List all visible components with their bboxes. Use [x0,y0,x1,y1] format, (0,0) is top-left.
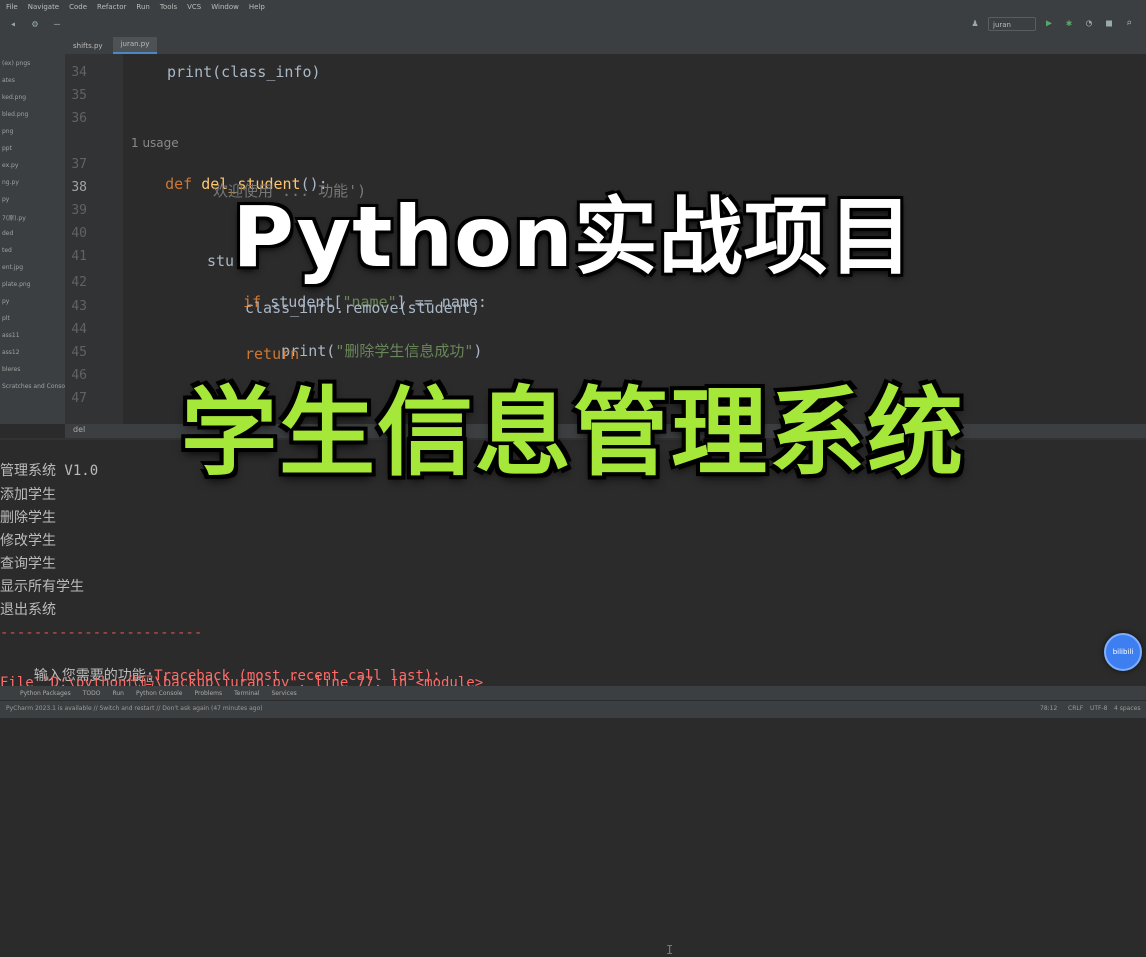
editor-tabs: shifts.py juran.py [65,36,1146,54]
tree-item[interactable]: ked.png [2,94,26,101]
run-config-select[interactable]: juran [988,17,1036,31]
console-line: 查询学生 [0,556,56,572]
tool-terminal[interactable]: Terminal [234,690,259,697]
menu-run[interactable]: Run [136,3,149,11]
code-line-34: print(class_info) [167,63,321,81]
floating-action-button[interactable]: bilibili [1104,633,1142,671]
tool-run[interactable]: Run [112,690,124,697]
toolbar: ◂ ⚙ – ♟ juran ▶ ✱ ◔ ■ ⌕ [0,14,1146,37]
console-line: 显示所有学生 [0,579,84,595]
tree-item[interactable]: png [2,128,13,135]
line-number: 35 [71,88,87,103]
tool-services[interactable]: Services [272,690,297,697]
tab-juran[interactable]: juran.py [112,37,158,54]
status-bar: PyCharm 2023.1 is available // Switch an… [0,700,1146,718]
minus-icon[interactable]: – [50,18,64,32]
tree-item[interactable]: ppt [2,145,12,152]
tool-problems[interactable]: Problems [194,690,222,697]
tree-item[interactable]: ex.py [2,162,18,169]
tree-item[interactable]: ates [2,77,15,84]
console-line: 删除学生 [0,510,56,526]
line-number: 44 [71,322,87,337]
stop-icon[interactable]: ■ [1102,17,1116,31]
line-number: 36 [71,111,87,126]
debug-icon[interactable]: ✱ [1062,17,1076,31]
console-line: 退出系统 [0,602,56,618]
search-icon[interactable]: ⌕ [1122,17,1136,31]
code-line-43: class_info.remove(student) [245,299,480,317]
text-cursor-icon: I [666,943,674,957]
tool-todo[interactable]: TODO [83,690,101,697]
tree-item[interactable]: (ex) pngs [2,60,30,67]
menu-vcs[interactable]: VCS [187,3,201,11]
status-line-ending[interactable]: CRLF [1068,705,1083,712]
menu-tools[interactable]: Tools [160,3,177,11]
bottom-tool-tabs: Python Packages TODO Run Python Console … [0,686,1146,700]
status-position[interactable]: 78:12 [1040,705,1057,712]
menu-navigate[interactable]: Navigate [28,3,59,11]
tab-shifts[interactable]: shifts.py [65,39,111,54]
tool-python-packages[interactable]: Python Packages [20,690,71,697]
status-encoding[interactable]: UTF-8 [1090,705,1108,712]
user-icon[interactable]: ♟ [968,17,982,31]
tree-item[interactable]: bled.png [2,111,28,118]
tool-python-console[interactable]: Python Console [136,690,183,697]
menu-window[interactable]: Window [211,3,239,11]
tree-item[interactable]: py [2,298,9,305]
overlay-title: Python实战项目 [232,188,914,286]
back-icon[interactable]: ◂ [6,18,20,32]
console-line: 修改学生 [0,533,56,549]
status-update-notice[interactable]: PyCharm 2023.1 is available // Switch an… [6,705,263,712]
tree-item[interactable]: plt [2,315,10,322]
console-separator: ------------------------ [0,625,203,641]
menu-bar: File Navigate Code Refactor Run Tools VC… [0,0,1146,14]
status-indent[interactable]: 4 spaces [1114,705,1140,712]
overlay-subtitle: 学生信息管理系统 [181,377,965,489]
menu-file[interactable]: File [6,3,18,11]
menu-help[interactable]: Help [249,3,265,11]
run-icon[interactable]: ▶ [1042,17,1056,31]
tree-item[interactable]: ass11 [2,332,20,339]
coverage-icon[interactable]: ◔ [1082,17,1096,31]
menu-refactor[interactable]: Refactor [97,3,126,11]
line-number: 34 [71,65,87,80]
menu-code[interactable]: Code [69,3,87,11]
settings-icon[interactable]: ⚙ [28,18,42,32]
line-number: 43 [71,299,87,314]
usage-hint: 1 usage [131,136,179,150]
